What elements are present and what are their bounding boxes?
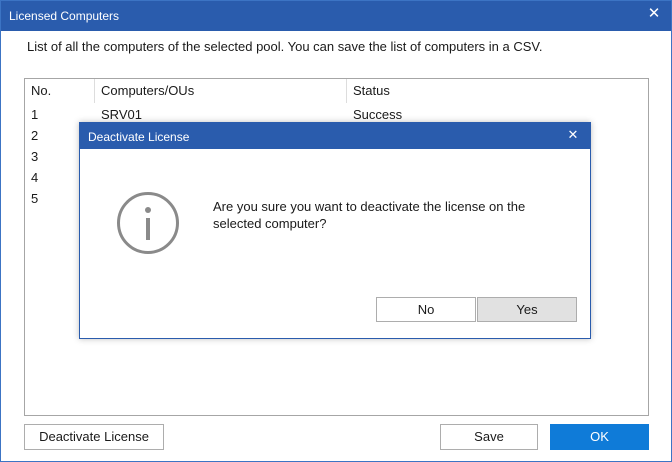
dialog-titlebar: Deactivate License ✕	[80, 123, 590, 149]
window-title: Licensed Computers	[9, 9, 120, 23]
column-header-status[interactable]: Status	[347, 79, 647, 103]
column-header-no[interactable]: No.	[25, 79, 95, 103]
info-icon	[117, 192, 179, 254]
deactivate-license-button[interactable]: Deactivate License	[24, 424, 164, 450]
dialog-close-icon[interactable]: ✕	[564, 126, 582, 144]
list-header: No. Computers/OUs Status	[25, 79, 648, 103]
deactivate-license-dialog: Deactivate License ✕ Are you sure you wa…	[79, 122, 591, 339]
dialog-message: Are you sure you want to deactivate the …	[213, 199, 526, 231]
window-description: List of all the computers of the selecte…	[27, 39, 543, 54]
column-header-computers[interactable]: Computers/OUs	[95, 79, 347, 103]
dialog-title: Deactivate License	[88, 130, 190, 144]
window-titlebar: Licensed Computers ✕	[1, 1, 671, 31]
yes-button[interactable]: Yes	[477, 297, 577, 322]
ok-button[interactable]: OK	[550, 424, 649, 450]
no-button[interactable]: No	[376, 297, 476, 322]
close-icon[interactable]: ✕	[645, 5, 663, 23]
save-button[interactable]: Save	[440, 424, 538, 450]
